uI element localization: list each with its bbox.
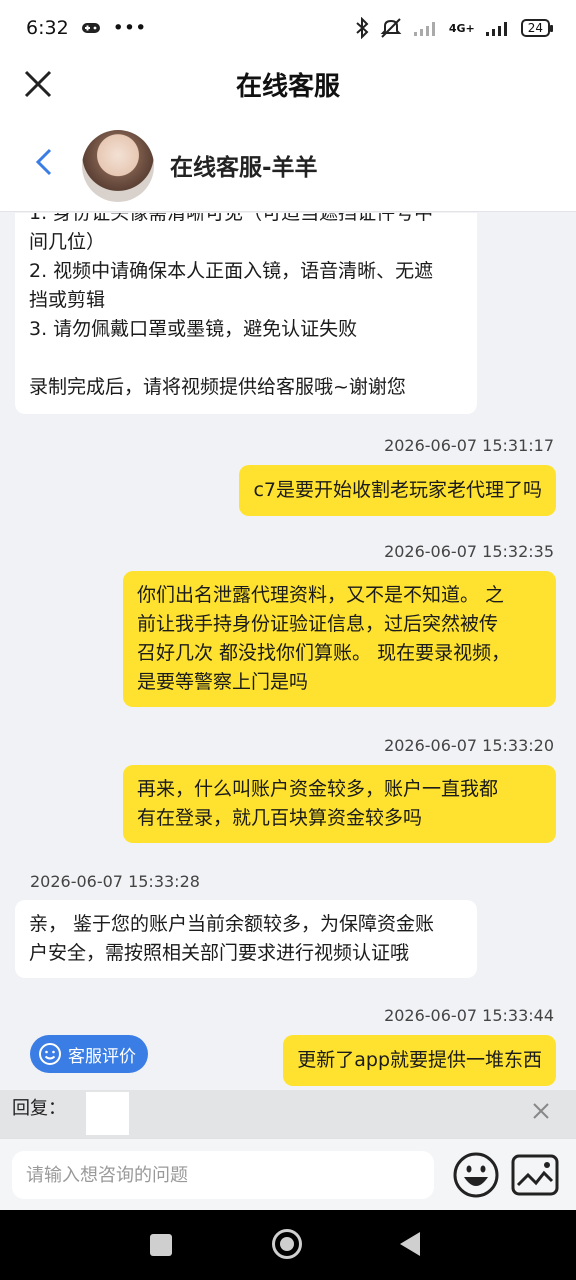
incoming-message-bubble: 亲， 鉴于您的账户当前余额较多，为保障资金账 户安全，需按照相关部门要求进行视频… [15, 900, 477, 978]
message-line: 再来，什么叫账户资金较多，账户一直我都 [137, 778, 499, 800]
home-icon[interactable] [272, 1229, 302, 1259]
recent-apps-icon[interactable] [150, 1234, 172, 1256]
back-arrow-icon[interactable] [30, 144, 62, 180]
message-line: 2. 视频中请确保本人正面入镜，语音清晰、无遮 [29, 260, 434, 282]
message-line: c7是要开始收割老玩家老代理了吗 [253, 479, 542, 501]
signal-strong-icon [485, 22, 507, 36]
message-timestamp: 2026-06-07 15:33:28 [30, 872, 200, 891]
message-line: 录制完成后，请将视频提供给客服哦~谢谢您 [29, 376, 406, 398]
message-timestamp: 2026-06-07 15:31:17 [384, 436, 554, 455]
message-line [29, 344, 463, 373]
message-timestamp: 2026-06-07 15:32:35 [384, 542, 554, 561]
emoji-icon[interactable] [452, 1151, 500, 1199]
status-time: 6:32 [26, 17, 69, 39]
message-timestamp: 2026-06-07 15:33:44 [384, 1006, 554, 1025]
message-line: 间几位） [29, 231, 106, 253]
outgoing-message-bubble: 更新了app就要提供一堆东西 [283, 1035, 556, 1086]
message-line: 1. 身份证头像需清晰可见（可适当遮挡证件号中 [29, 213, 434, 224]
reply-label: 回复： [12, 1098, 66, 1119]
signal-weak-icon [413, 22, 435, 36]
battery-icon: 24 [520, 19, 554, 37]
message-line: 3. 请勿佩戴口罩或墨镜，避免认证失败 [29, 318, 358, 340]
title-bar: 在线客服 [0, 56, 576, 112]
message-line: 挡或剪辑 [29, 289, 106, 311]
message-line: 召好几次 都没找你们算账。 现在要录视频， [137, 642, 511, 664]
message-line: 更新了app就要提供一堆东西 [297, 1049, 542, 1071]
more-notifications-icon: ••• [112, 17, 147, 39]
incoming-message-bubble: 1. 身份证头像需清晰可见（可适当遮挡证件号中 间几位） 2. 视频中请确保本人… [15, 213, 477, 414]
system-nav-bar [0, 1210, 576, 1280]
image-icon[interactable] [510, 1153, 560, 1197]
outgoing-message-bubble: 再来，什么叫账户资金较多，账户一直我都 有在登录，就几百块算资金较多吗 [123, 765, 556, 843]
chat-header: 在线客服-羊羊 [0, 112, 576, 212]
message-line: 你们出名泄露代理资料，又不是不知道。 之 [137, 584, 505, 606]
message-line: 亲， 鉴于您的账户当前余额较多，为保障资金账 [29, 913, 435, 935]
reply-bar: 回复： [0, 1090, 576, 1138]
back-icon[interactable] [400, 1232, 420, 1256]
battery-level: 24 [527, 21, 543, 35]
chat-area[interactable]: 1. 身份证头像需清晰可见（可适当遮挡证件号中 间几位） 2. 视频中请确保本人… [0, 213, 576, 1090]
message-line: 前让我手持身份证验证信息，过后突然被传 [137, 613, 499, 635]
message-input[interactable] [12, 1151, 434, 1199]
mute-icon [380, 18, 402, 38]
message-line: 户安全，需按照相关部门要求进行视频认证哦 [29, 942, 410, 964]
input-bar [0, 1138, 576, 1210]
page-title: 在线客服 [235, 72, 340, 102]
game-controller-icon [81, 23, 100, 33]
rating-button[interactable]: 客服评价 [30, 1035, 148, 1073]
message-line: 是要等警察上门是吗 [137, 671, 309, 693]
agent-name: 在线客服-羊羊 [170, 155, 318, 181]
network-type: 4G+ [448, 21, 475, 35]
rating-button-label: 客服评价 [68, 1046, 136, 1067]
smile-icon [39, 1043, 61, 1065]
outgoing-message-bubble: c7是要开始收割老玩家老代理了吗 [239, 465, 556, 516]
status-bar: 6:32 ••• 4G+ 24 [0, 0, 576, 56]
agent-avatar[interactable] [82, 130, 154, 202]
message-timestamp: 2026-06-07 15:33:20 [384, 736, 554, 755]
close-reply-icon[interactable] [532, 1102, 550, 1120]
message-line: 有在登录，就几百块算资金较多吗 [137, 807, 423, 829]
reply-thumbnail [86, 1092, 129, 1135]
outgoing-message-bubble: 你们出名泄露代理资料，又不是不知道。 之 前让我手持身份证验证信息，过后突然被传… [123, 571, 556, 707]
bluetooth-icon [356, 17, 369, 39]
